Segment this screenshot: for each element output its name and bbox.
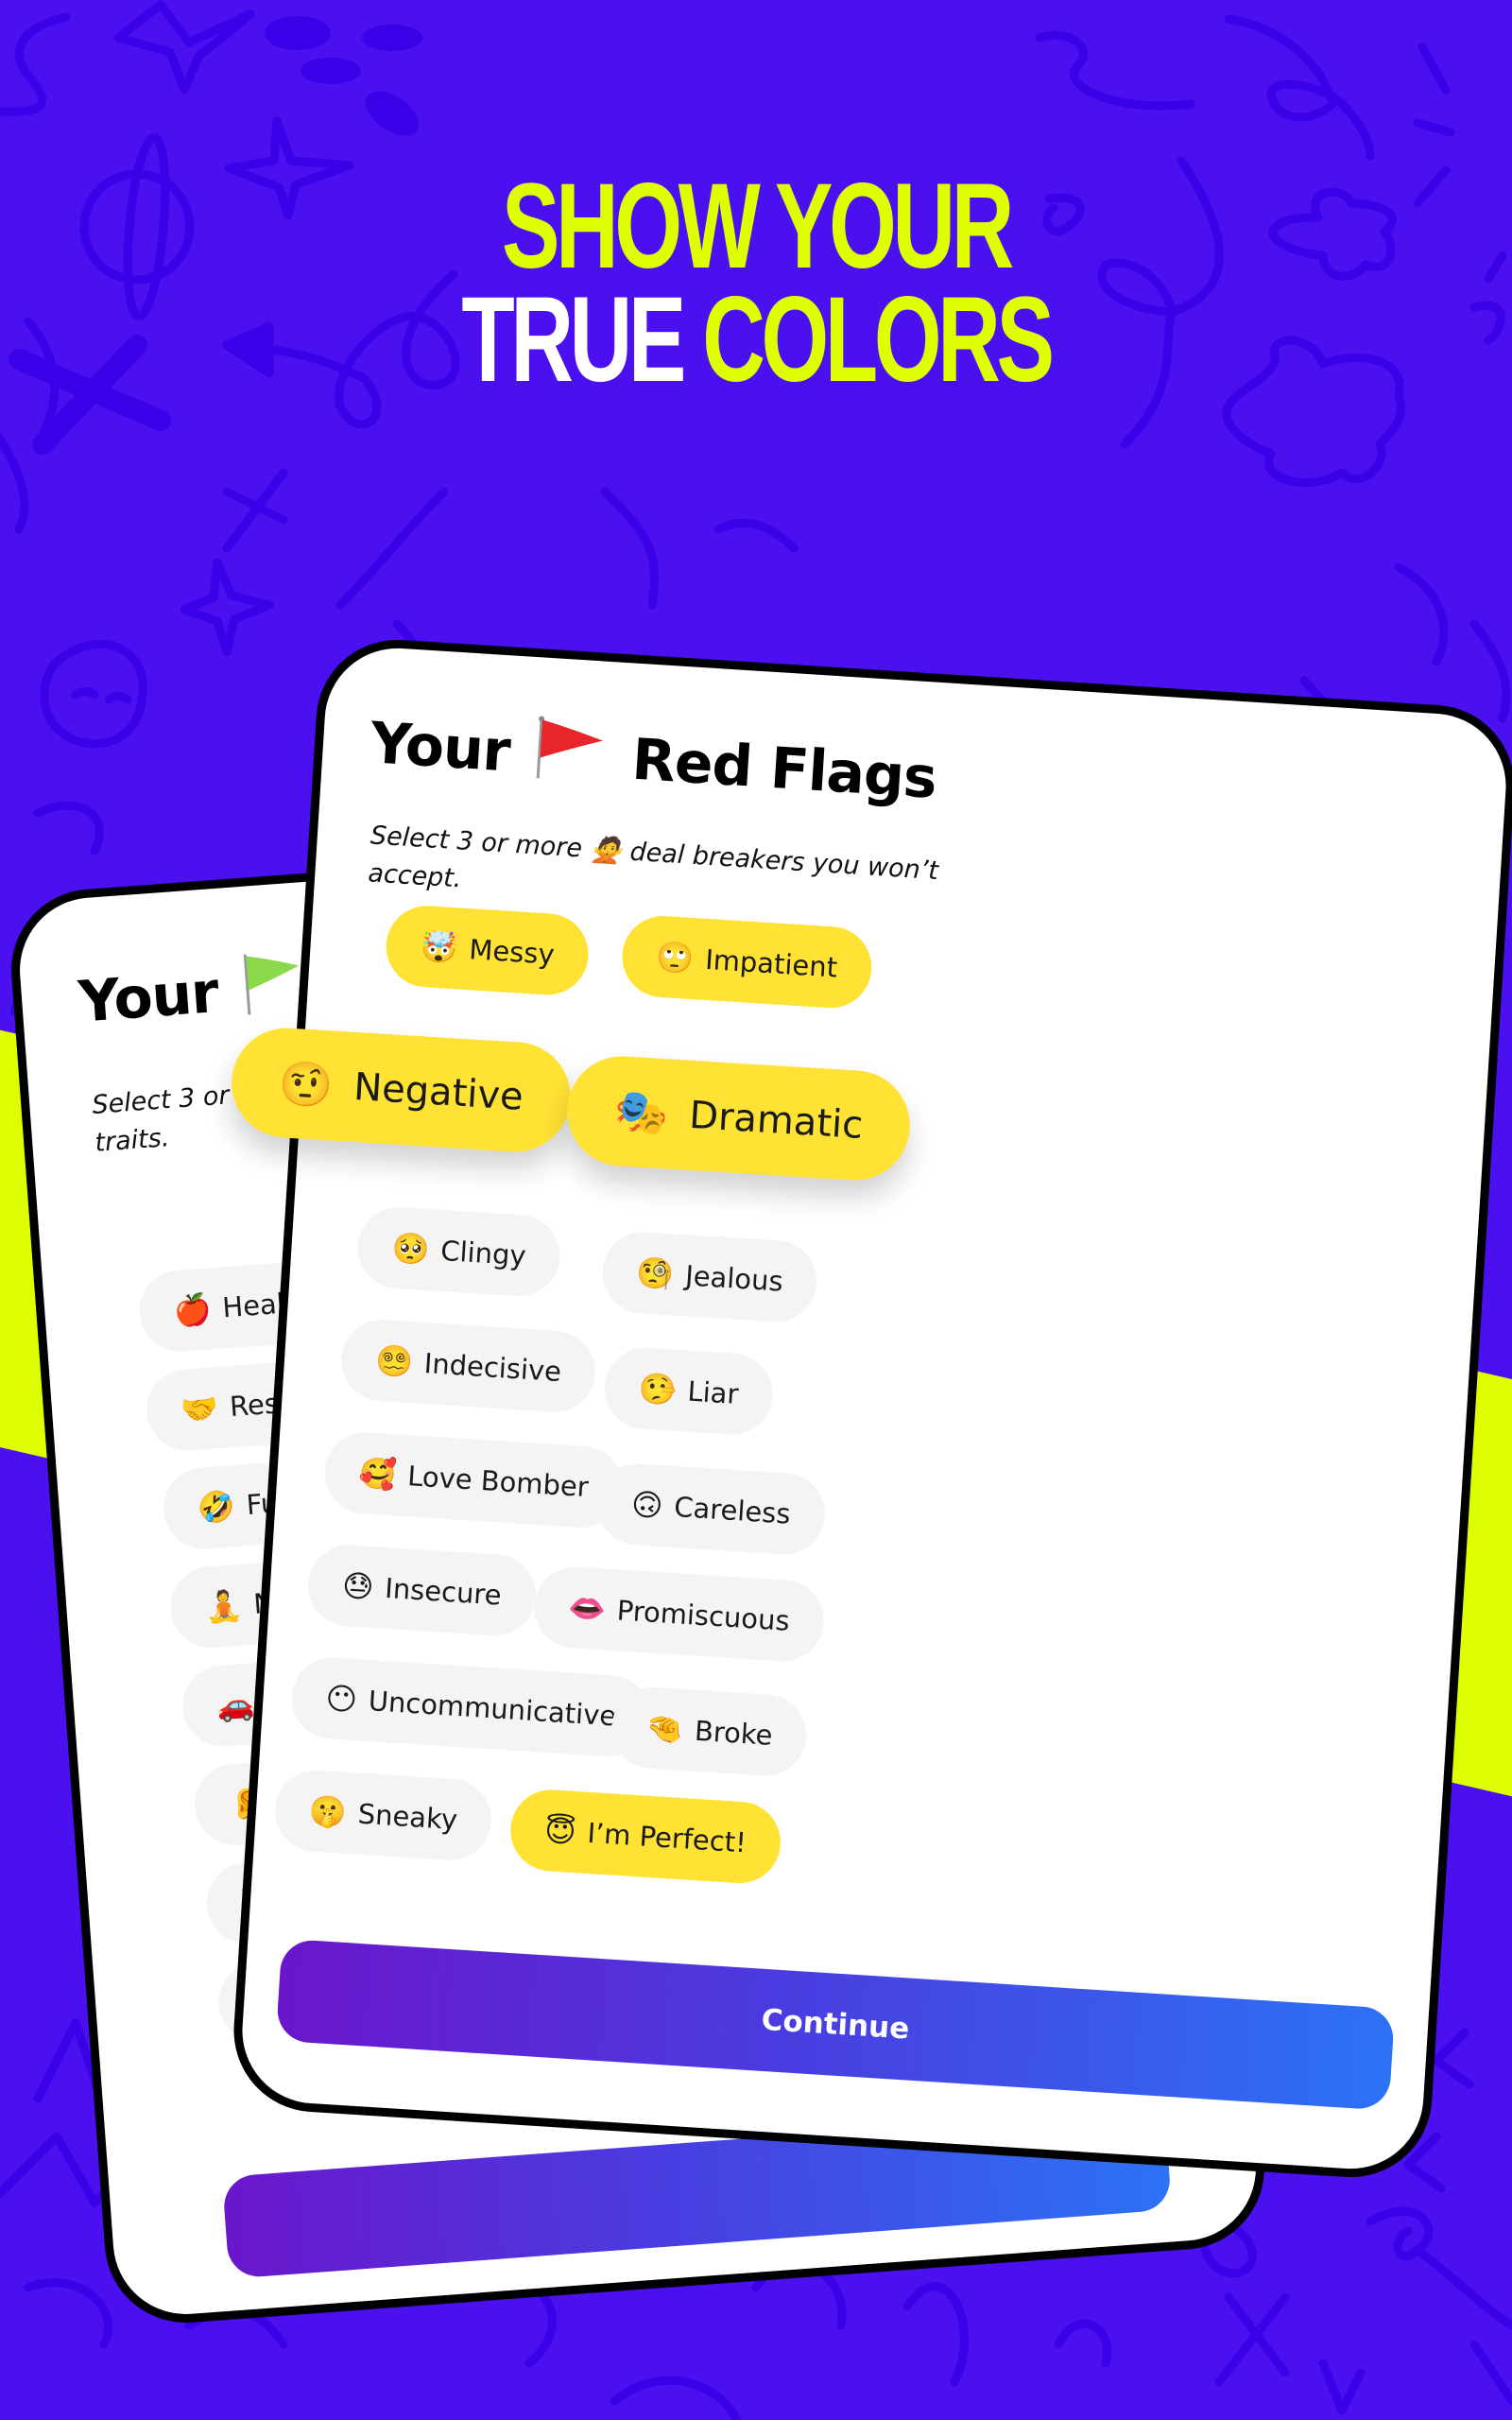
chip-broke[interactable]: 🤏 Broke	[609, 1685, 810, 1779]
star-doodle	[180, 558, 274, 657]
chip-promiscuous[interactable]: 👄 Promiscuous	[531, 1564, 827, 1665]
clingy-emoji-icon: 🥺	[390, 1229, 431, 1269]
insecure-emoji-icon: 😓	[340, 1567, 375, 1606]
impatient-emoji-icon: 🙄	[655, 938, 696, 977]
chip-dramatic[interactable]: 🎭 Dramatic	[563, 1053, 914, 1184]
chip-label: Insecure	[384, 1571, 503, 1612]
title-prefix: Your	[76, 959, 221, 1036]
star-doodle	[113, 0, 255, 95]
loop-doodle	[1224, 14, 1375, 161]
red-flags-title: Your Red Flags	[369, 705, 938, 812]
heart-doodle	[1366, 2206, 1512, 2330]
healthy-emoji-icon: 🍎	[172, 1290, 213, 1330]
uncommunicative-emoji-icon: 😶	[324, 1680, 359, 1719]
chip-love-bomber[interactable]: 🥰 Love Bomber	[322, 1429, 626, 1530]
tran-emoji-icon: 🚗	[215, 1685, 256, 1724]
red-flags-card: Your Red Flags Select 3 or more 🙅 deal b…	[229, 634, 1512, 2183]
chip-label: Uncommunicative	[367, 1685, 618, 1733]
chip-label: Promiscuous	[615, 1594, 791, 1637]
chip-sneaky[interactable]: 🤫 Sneaky	[272, 1768, 494, 1863]
chip-messy[interactable]: 🤯 Messy	[384, 903, 592, 997]
chip-label: Negative	[352, 1064, 524, 1119]
x-doodle	[9, 335, 171, 455]
headline-line-1: SHOW YOUR	[501, 159, 1014, 294]
chip-label: Broke	[694, 1714, 774, 1752]
love-bomber-emoji-icon: 🥰	[357, 1454, 398, 1494]
headline-true: TRUE	[461, 272, 686, 407]
planet-ring-doodle	[123, 132, 170, 321]
chip-clingy[interactable]: 🥺 Clingy	[355, 1204, 563, 1299]
chip-indecisive[interactable]: 😵‍💫 Indecisive	[338, 1317, 598, 1415]
chip-label: Love Bomber	[406, 1460, 590, 1504]
chip-label: Sneaky	[356, 1797, 459, 1837]
chip-label: Jealous	[684, 1259, 784, 1298]
respectful-emoji-icon: 🤝	[180, 1390, 220, 1428]
chip-label: Indecisive	[422, 1347, 563, 1389]
chip-label: Careless	[673, 1490, 792, 1530]
chip-negative[interactable]: 🤨 Negative	[228, 1025, 575, 1155]
chip-label: Dramatic	[687, 1093, 865, 1148]
headline-colors: COLORS	[702, 272, 1055, 407]
headline: SHOW YOUR TRUE COLORS	[212, 159, 1300, 401]
chip-label: Messy	[468, 933, 556, 971]
funny-emoji-icon: 🤣	[196, 1488, 237, 1527]
title-prefix: Your	[368, 710, 512, 786]
indecisive-emoji-icon: 😵‍💫	[373, 1341, 415, 1381]
chip-label: Impatient	[704, 942, 839, 984]
chip-label: I’m Perfect!	[586, 1816, 747, 1859]
i-m-perfect-emoji-icon: 😇	[543, 1812, 577, 1851]
chip-impatient[interactable]: 🙄 Impatient	[619, 913, 874, 1011]
red-flag-icon	[533, 716, 610, 779]
broke-emoji-icon: 🤏	[644, 1709, 685, 1748]
title-suffix: Red Flags	[629, 726, 938, 812]
no-ba-emoji-icon: 🧘	[203, 1586, 244, 1626]
jealous-emoji-icon: 🧐	[635, 1253, 676, 1293]
squiggle-doodle	[0, 12, 71, 116]
promiscuous-emoji-icon: 👄	[566, 1589, 608, 1628]
chip-label: Liar	[686, 1374, 740, 1410]
chip-i-m-perfect[interactable]: 😇 I’m Perfect!	[507, 1787, 783, 1886]
chip-careless[interactable]: 🙃 Careless	[594, 1461, 828, 1557]
messy-emoji-icon: 🤯	[419, 927, 459, 967]
chip-label: Clingy	[439, 1234, 527, 1272]
loop-doodle	[1035, 30, 1195, 111]
dramatic-emoji-icon: 🎭	[612, 1084, 671, 1139]
careless-emoji-icon: 🙃	[629, 1486, 664, 1525]
sneaky-emoji-icon: 🤫	[307, 1792, 349, 1831]
heart-doodle	[1469, 301, 1505, 345]
green-flags-title: Your	[77, 948, 317, 1036]
chip-uncommunicative[interactable]: 😶 Uncommunicative	[289, 1654, 653, 1759]
chip-insecure[interactable]: 😓 Insecure	[305, 1542, 539, 1638]
chip-jealous[interactable]: 🧐 Jealous	[599, 1229, 820, 1324]
chip-liar[interactable]: 🤥 Liar	[602, 1345, 776, 1438]
liar-emoji-icon: 🤥	[637, 1370, 678, 1409]
continue-button[interactable]: Continue	[275, 1938, 1396, 2111]
negative-emoji-icon: 🤨	[277, 1056, 335, 1112]
